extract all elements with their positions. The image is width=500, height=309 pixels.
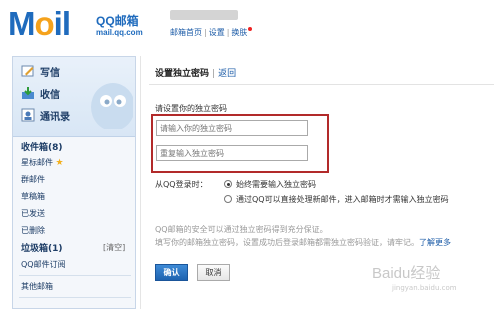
folder-spam[interactable]: 垃圾箱(1) — [21, 241, 63, 254]
folder-other-mailbox[interactable]: 其他邮箱 — [21, 281, 53, 292]
write-icon — [21, 65, 34, 77]
qq-mail-logo[interactable]: Moil QQ邮箱 mail.qq.com — [8, 6, 153, 42]
settings-link[interactable]: 设置 — [209, 28, 225, 37]
contacts-icon — [21, 108, 35, 122]
security-note-detail: 填写你的邮箱独立密码，设置成功后登录邮箱都需独立密码验证，请牢记。了解更多 — [155, 238, 451, 247]
penguin-icon — [91, 83, 133, 129]
logo-brand: QQ邮箱 — [96, 14, 139, 28]
baidu-watermark: Baidu经验 — [372, 265, 441, 282]
spam-clean-link[interactable]: [清空] — [103, 242, 125, 253]
folder-group[interactable]: 群邮件 — [21, 174, 45, 185]
skin-link[interactable]: 换肤 — [231, 28, 247, 37]
radio-direct-access-label[interactable]: 通过QQ可以直接处理新邮件，进入邮箱时才需输入独立密码 — [236, 194, 449, 205]
sidebar-divider — [19, 297, 131, 298]
folder-deleted[interactable]: 已删除 — [21, 225, 45, 236]
folder-inbox[interactable]: 收件箱(8) — [21, 140, 63, 153]
password-prompt: 请设置你的独立密码 — [155, 104, 227, 113]
radio-always-require-label[interactable]: 始终需要输入独立密码 — [236, 179, 316, 190]
confirm-button[interactable]: 确认 — [155, 264, 188, 281]
receive-label: 收信 — [40, 89, 60, 101]
contacts-button[interactable]: 通讯录 — [21, 106, 70, 124]
password-confirm-input[interactable] — [156, 145, 308, 161]
main-panel: 设置独立密码|返回 请设置你的独立密码 从QQ登录时： 始终需要输入独立密码 通… — [140, 56, 495, 309]
folder-sent[interactable]: 已发送 — [21, 208, 45, 219]
write-button[interactable]: 写信 — [21, 62, 60, 80]
back-link[interactable]: 返回 — [218, 69, 236, 79]
logo-url: mail.qq.com — [96, 28, 143, 37]
page-title: 设置独立密码 | 返回 — [155, 69, 237, 79]
star-icon: ★ — [55, 158, 64, 168]
login-option-label: 从QQ登录时： — [155, 180, 208, 189]
folder-subscribe[interactable]: QQ邮件订阅 — [21, 259, 66, 270]
top-nav-links: 邮箱首页 | 设置 | 换肤 — [170, 27, 253, 38]
radio-direct-access[interactable] — [224, 195, 232, 203]
radio-always-require[interactable] — [224, 180, 232, 188]
account-name-blurred — [170, 10, 238, 20]
folder-drafts[interactable]: 草稿箱 — [21, 191, 45, 202]
sidebar: 写信 收信 通讯录 收件箱(8) 星标邮件 ★ 群邮件 草稿箱 已发送 已删除 … — [12, 56, 136, 309]
security-note: QQ邮箱的安全可以通过独立密码得到充分保证。 — [155, 225, 328, 234]
title-divider — [149, 84, 494, 85]
folder-starred[interactable]: 星标邮件 ★ — [21, 157, 64, 168]
learn-more-link[interactable]: 了解更多 — [419, 238, 451, 247]
header: Moil QQ邮箱 mail.qq.com 邮箱首页 | 设置 | 换肤 — [0, 0, 500, 50]
new-dot-icon — [248, 27, 253, 31]
watermark-url: jingyan.baidu.com — [392, 284, 457, 292]
receive-icon — [22, 87, 34, 99]
logo-wordmark: Moil — [8, 5, 71, 42]
receive-button[interactable]: 收信 — [21, 84, 60, 102]
sidebar-divider — [19, 275, 131, 276]
write-label: 写信 — [40, 67, 60, 79]
password-input[interactable] — [156, 120, 308, 136]
quick-actions: 写信 收信 通讯录 — [13, 57, 135, 137]
contacts-label: 通讯录 — [40, 111, 70, 123]
mailbox-home-link[interactable]: 邮箱首页 — [170, 28, 202, 37]
cancel-button[interactable]: 取消 — [197, 264, 230, 281]
